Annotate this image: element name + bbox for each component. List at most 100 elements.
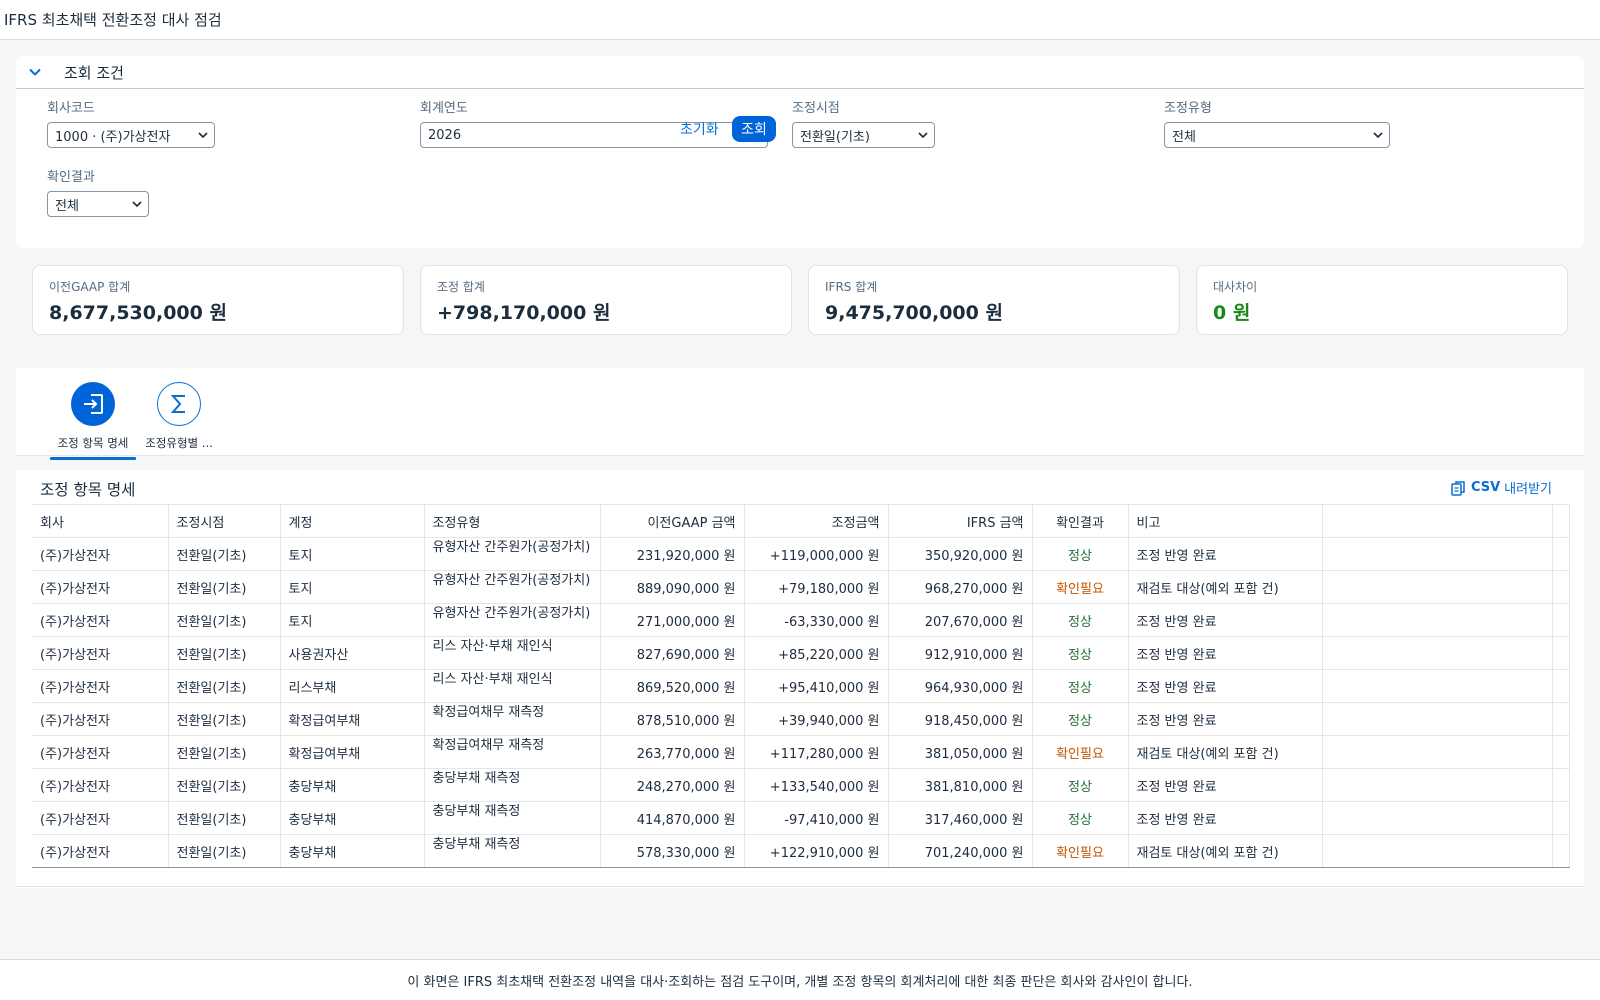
app-title: IFRS 최초채택 전환조정 대사 점검 — [4, 11, 222, 29]
cell-timing: 전환일(기초) — [168, 834, 281, 868]
adjust-type-label: 조정유형 — [1164, 101, 1212, 116]
cell-account: 토지 — [280, 537, 425, 571]
table-row[interactable]: (주)가상전자 전환일(기초) 충당부채 충당부채 재측정 414,870,000 원-… — [32, 801, 1570, 835]
cell-prior-gaap: 889,090,000 원 — [600, 570, 745, 604]
csv-download-button[interactable]: CSV 내려받기 — [1450, 478, 1552, 497]
table-row[interactable]: (주)가상전자 전환일(기초) 충당부채 충당부채 재측정 578,330,000 원 +… — [32, 834, 1570, 868]
cell-ifrs: 381,810,000 원 — [888, 768, 1033, 802]
row-filler — [1321, 570, 1553, 604]
cell-ifrs: 381,050,000 원 — [888, 735, 1033, 769]
col-header-prior-gaap[interactable]: 이전GAAP 금액 — [600, 504, 745, 538]
tab-adjustment-items[interactable]: 조정 항목 명세 — [50, 382, 136, 460]
col-header-company[interactable]: 회사 — [32, 504, 169, 538]
chevron-down-icon — [126, 192, 148, 216]
cell-result: 정상 — [1032, 537, 1129, 571]
cell-result: 정상 — [1032, 636, 1129, 670]
col-header-ifrs[interactable]: IFRS 금액 — [888, 504, 1033, 538]
cell-result: 정상 — [1032, 702, 1129, 736]
reset-button[interactable]: 초기화 — [674, 116, 725, 142]
cell-company: (주)가상전자 — [32, 636, 169, 670]
cell-text: 유형자산 간주원가(공정가치) — [432, 539, 591, 555]
tab-label: 조정유형별 ... — [145, 436, 213, 450]
company-code-select[interactable]: 1000 · (주)가상전자 — [47, 122, 215, 148]
cell-type: 유형자산 간주원가(공정가치) — [424, 537, 601, 571]
table-row[interactable]: (주)가상전자 전환일(기초) 토지 유형자산 간주원가(공정가치) 271,000,0… — [32, 603, 1570, 637]
cell-timing: 전환일(기초) — [168, 702, 281, 736]
adjust-type-select[interactable]: 전체 — [1164, 122, 1390, 148]
adjust-timing-select[interactable]: 전환일(기초) — [792, 122, 935, 148]
chevron-down-icon — [912, 123, 934, 147]
cell-account: 토지 — [280, 570, 425, 604]
cell-adjustment: +95,410,000 원 — [744, 669, 889, 703]
table-row[interactable]: (주)가상전자 전환일(기초) 확정급여부채 확정급여채무 재측정 878,510,00… — [32, 702, 1570, 736]
cell-company: (주)가상전자 — [32, 801, 169, 835]
cell-text: 충당부채 재측정 — [432, 803, 521, 819]
cell-prior-gaap: 263,770,000 원 — [600, 735, 745, 769]
table-row[interactable]: (주)가상전자 전환일(기초) 토지 유형자산 간주원가(공정가치) 889,090,0… — [32, 570, 1570, 604]
col-header-remark[interactable]: 비고 — [1128, 504, 1323, 538]
cell-adjustment: +79,180,000 원 — [744, 570, 889, 604]
cell-type: 충당부채 재측정 — [424, 834, 601, 868]
kpi-card-ifrs: IFRS 합계 9,475,700,000 원 — [808, 265, 1180, 335]
cell-timing: 전환일(기초) — [168, 636, 281, 670]
table-title: 조정 항목 명세 — [40, 481, 136, 499]
table-row[interactable]: (주)가상전자 전환일(기초) 리스부채 리스 자산·부채 재인식 869,520,00… — [32, 669, 1570, 703]
cell-account: 충당부채 — [280, 801, 425, 835]
sum-icon — [157, 382, 201, 426]
cell-result: 정상 — [1032, 768, 1129, 802]
export-icon — [1451, 480, 1465, 496]
cell-ifrs: 350,920,000 원 — [888, 537, 1033, 571]
cell-ifrs: 912,910,000 원 — [888, 636, 1033, 670]
cell-remark: 조정 반영 완료 — [1128, 702, 1323, 736]
cell-adjustment: +85,220,000 원 — [744, 636, 889, 670]
cell-account: 리스부채 — [280, 669, 425, 703]
row-filler — [1321, 801, 1553, 835]
cell-timing: 전환일(기초) — [168, 570, 281, 604]
col-header-account[interactable]: 계정 — [280, 504, 425, 538]
cell-prior-gaap: 578,330,000 원 — [600, 834, 745, 868]
row-filler-end — [1552, 735, 1570, 769]
table-row[interactable]: (주)가상전자 전환일(기초) 토지 유형자산 간주원가(공정가치) 231,920,0… — [32, 537, 1570, 571]
col-header-adjustment[interactable]: 조정금액 — [744, 504, 889, 538]
row-filler-end — [1552, 603, 1570, 637]
cell-company: (주)가상전자 — [32, 669, 169, 703]
cell-adjustment: -97,410,000 원 — [744, 801, 889, 835]
cell-prior-gaap: 869,520,000 원 — [600, 669, 745, 703]
cell-prior-gaap: 878,510,000 원 — [600, 702, 745, 736]
cell-ifrs: 701,240,000 원 — [888, 834, 1033, 868]
cell-prior-gaap: 248,270,000 원 — [600, 768, 745, 802]
cell-timing: 전환일(기초) — [168, 735, 281, 769]
cell-ifrs: 918,450,000 원 — [888, 702, 1033, 736]
cell-result: 정상 — [1032, 801, 1129, 835]
col-header-type[interactable]: 조정유형 — [424, 504, 601, 538]
cell-remark: 조정 반영 완료 — [1128, 537, 1323, 571]
cell-adjustment: +117,280,000 원 — [744, 735, 889, 769]
col-header-result[interactable]: 확인결과 — [1032, 504, 1129, 538]
cell-timing: 전환일(기초) — [168, 801, 281, 835]
cell-remark: 조정 반영 완료 — [1128, 603, 1323, 637]
chevron-down-icon[interactable] — [28, 65, 42, 79]
cell-timing: 전환일(기초) — [168, 603, 281, 637]
cell-account: 사용권자산 — [280, 636, 425, 670]
kpi-card-reconciliation-diff: 대사차이 0 원 — [1196, 265, 1568, 335]
table-row[interactable]: (주)가상전자 전환일(기초) 충당부채 충당부채 재측정 248,270,000 원 +… — [32, 768, 1570, 802]
cell-account: 충당부채 — [280, 834, 425, 868]
cell-text: 확정급여채무 재측정 — [432, 704, 545, 720]
kpi-card-prior-gaap: 이전GAAP 합계 8,677,530,000 원 — [32, 265, 404, 335]
check-result-select[interactable]: 전체 — [47, 191, 149, 217]
search-button[interactable]: 조회 — [732, 116, 776, 142]
table-row[interactable]: (주)가상전자 전환일(기초) 확정급여부채 확정급여채무 재측정 263,770,00… — [32, 735, 1570, 769]
cell-prior-gaap: 271,000,000 원 — [600, 603, 745, 637]
col-header-timing[interactable]: 조정시점 — [168, 504, 281, 538]
table-row[interactable]: (주)가상전자 전환일(기초) 사용권자산 리스 자산·부채 재인식 827,690,0… — [32, 636, 1570, 670]
row-filler-end — [1552, 801, 1570, 835]
tab-by-adjust-type[interactable]: 조정유형별 ... — [136, 382, 222, 451]
cell-text: 리스 자산·부채 재인식 — [432, 671, 553, 687]
row-filler — [1321, 603, 1553, 637]
tab-active-indicator — [50, 457, 136, 460]
cell-text: 유형자산 간주원가(공정가치) — [432, 572, 591, 588]
chevron-down-icon — [192, 123, 214, 147]
row-filler-end — [1552, 570, 1570, 604]
row-filler — [1321, 768, 1553, 802]
filter-header[interactable]: 조회 조건 — [16, 56, 1584, 89]
